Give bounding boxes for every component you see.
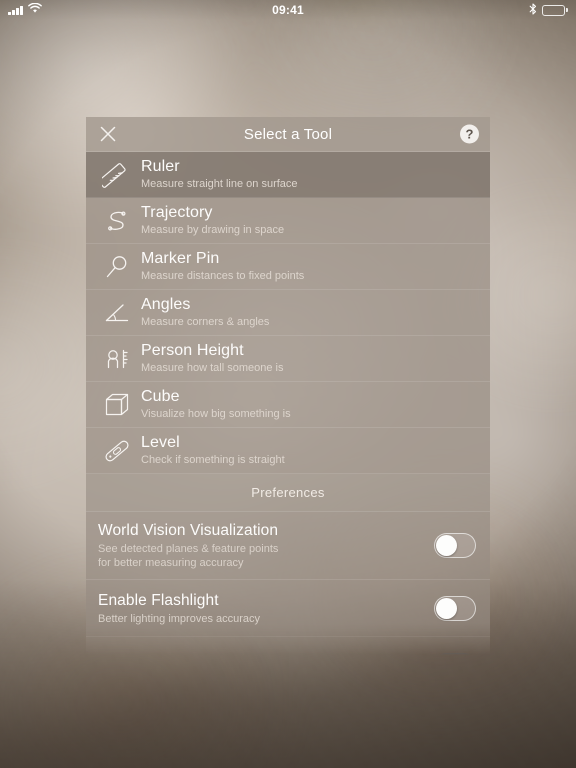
preferences-list: World Vision Visualization See detected … [86,512,490,655]
preference-row-world-vision-visualization[interactable]: World Vision Visualization See detected … [86,512,490,580]
cellular-signal-icon [8,5,23,15]
close-icon[interactable] [96,122,120,146]
tool-title: Marker Pin [141,250,220,267]
tool-row-level[interactable]: Level Check if something is straight [86,428,490,474]
tool-text: Angles Measure corners & angles [141,296,269,329]
tool-subtitle: Measure by drawing in space [141,224,285,236]
level-icon [98,432,136,470]
tool-text: Person Height Measure how tall someone i… [141,342,283,375]
tool-title: Angles [141,296,191,313]
toggle-knob [453,654,474,655]
tool-row-cube[interactable]: Cube Visualize how big something is [86,382,490,428]
tool-list: Ruler Measure straight line on surface T… [86,152,490,474]
status-bar-left [8,2,42,17]
tool-text: Level Check if something is straight [141,434,285,467]
tool-text: Trajectory Measure by drawing in space [141,204,284,237]
tool-subtitle: Check if something is straight [141,454,285,466]
help-icon[interactable]: ? [460,124,479,144]
preference-title: World Vision Visualization [98,522,279,539]
toggle-knob [436,535,457,556]
tool-text: Ruler Measure straight line on surface [141,158,298,191]
tool-row-person-height[interactable]: Person Height Measure how tall someone i… [86,336,490,382]
tool-text: Cube Visualize how big something is [141,388,291,421]
status-bar: 09:41 [0,0,576,20]
tool-title: Level [141,434,180,451]
tool-row-marker-pin[interactable]: Marker Pin Measure distances to fixed po… [86,244,490,290]
sheet-title: Select a Tool [243,125,333,143]
preference-row-metric-units[interactable]: Metric Units [86,637,490,655]
select-a-tool-sheet: Select a Tool ? Ruler Measure straight l… [86,117,490,655]
tool-subtitle: Measure how tall someone is [141,362,284,374]
preferences-label: Preferences [251,485,325,500]
tool-subtitle: Visualize how big something is [141,408,291,420]
tool-row-angles[interactable]: Angles Measure corners & angles [86,290,490,336]
preference-text: Enable Flashlight Better lighting improv… [98,591,434,626]
tool-row-ruler[interactable]: Ruler Measure straight line on surface [86,152,490,198]
bluetooth-icon [529,2,537,18]
wifi-icon [27,2,42,17]
cube-icon [98,386,136,424]
ruler-icon [98,156,136,194]
preference-subtitle: Better lighting improves accuracy [98,612,261,625]
status-bar-right [529,2,568,18]
battery-icon [542,4,568,16]
tool-title: Trajectory [141,204,213,221]
toggle-metric-units[interactable] [434,652,476,655]
tool-title: Cube [141,388,180,405]
tool-title: Person Height [141,342,244,359]
angles-icon [98,294,136,332]
preference-row-enable-flashlight[interactable]: Enable Flashlight Better lighting improv… [86,580,490,637]
sheet-header: Select a Tool ? [86,117,490,152]
person-height-icon [98,340,136,378]
marker-pin-icon [98,248,136,286]
toggle-world-vision-visualization[interactable] [434,533,476,558]
toggle-enable-flashlight[interactable] [434,595,476,621]
status-bar-clock: 09:41 [272,3,304,17]
preferences-section-header: Preferences [86,474,490,512]
trajectory-icon [98,202,136,240]
tool-subtitle: Measure corners & angles [141,316,270,328]
tool-text: Marker Pin Measure distances to fixed po… [141,250,304,283]
tool-subtitle: Measure distances to fixed points [141,270,305,282]
preference-text: World Vision Visualization See detected … [98,521,434,570]
tool-row-trajectory[interactable]: Trajectory Measure by drawing in space [86,198,490,244]
toggle-knob [436,597,457,619]
tool-subtitle: Measure straight line on surface [141,178,298,190]
preference-subtitle: See detected planes & feature points for… [98,543,279,569]
tool-title: Ruler [141,158,180,175]
preference-title: Enable Flashlight [98,591,219,609]
